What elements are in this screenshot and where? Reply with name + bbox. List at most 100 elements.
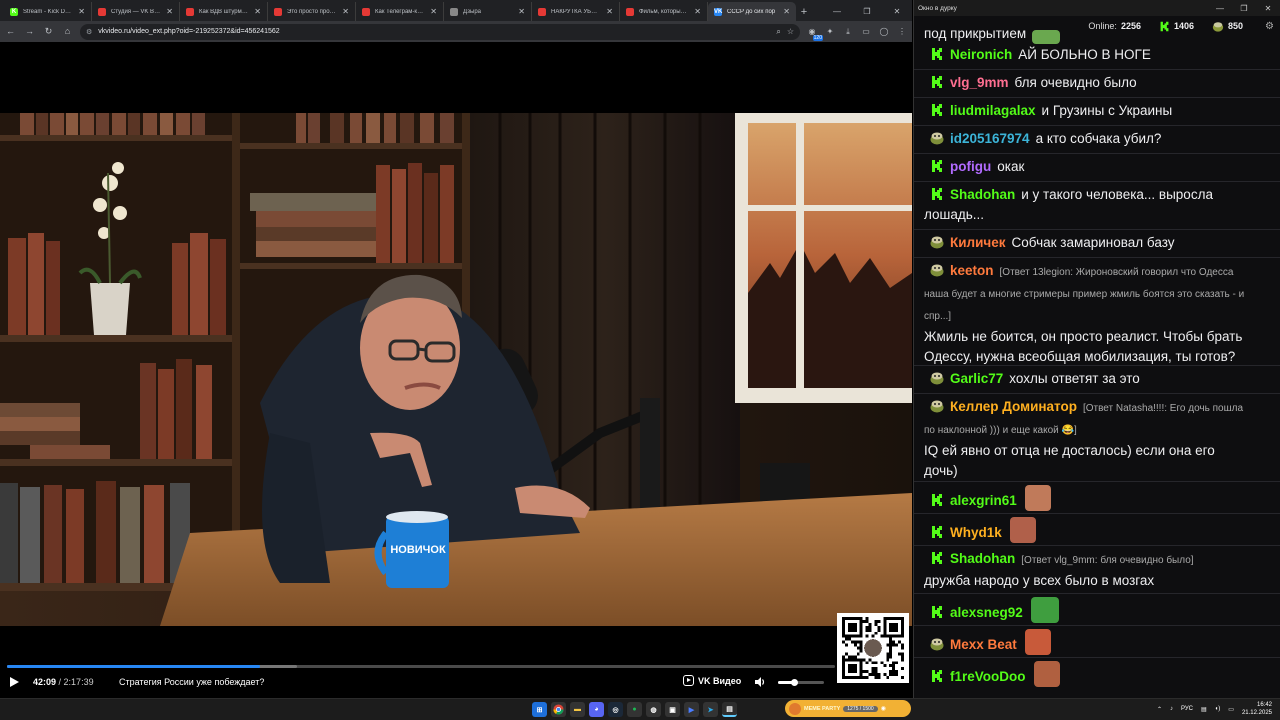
chat-username[interactable]: Whyd1k [950,525,1002,540]
chat-username[interactable]: Mexx Beat [950,637,1017,652]
chat-message: liudmilagalax и Грузины с Украины [924,101,1269,121]
download-icon[interactable]: ⤓ [842,26,854,38]
chat-minimize-button[interactable]: — [1208,4,1232,13]
close-window-button[interactable]: ✕ [882,2,912,21]
tab-close-icon[interactable]: ✕ [342,7,349,16]
chrome-icon[interactable] [551,702,566,717]
tab-close-icon[interactable]: ✕ [606,7,613,16]
chat-message: vlg_9mm бля очевидно было [924,73,1269,93]
chat-titlebar: Окно в дурку — ❐ ✕ [914,0,1280,16]
video-title[interactable]: Стратегия России уже побеждает? [119,677,264,687]
browser-tab[interactable]: Как ВДВ штурмуют ✕ [180,2,268,21]
chat-maximize-button[interactable]: ❐ [1232,4,1256,13]
vk-video-logo[interactable]: VK Видео [683,675,741,686]
tab-close-icon[interactable]: ✕ [254,7,261,16]
chat-message-list[interactable]: под прикрытием Neironich АЙ БОЛЬНО В НОГЕ… [914,30,1280,688]
browser-tab[interactable]: Дзыра ✕ [444,2,532,21]
chat-username[interactable]: Shadohan [950,187,1015,202]
chat-username[interactable]: Киличек [950,235,1006,250]
minimize-button[interactable]: — [822,2,852,21]
emote-icon [1030,597,1059,623]
play-icon[interactable] [8,676,20,688]
extension-icon[interactable]: ◉ 120 [806,26,823,41]
chat-username[interactable]: f1reVooDoo [950,669,1026,684]
chat-username[interactable]: Келлер Доминатор [950,399,1077,414]
home-icon[interactable]: ⌂ [61,25,74,38]
browser-tab[interactable]: Как Телеграм-канал ✕ [356,2,444,21]
tab-close-icon[interactable]: ✕ [78,7,85,16]
language-indicator[interactable]: РУС [1181,706,1193,712]
tab-close-icon[interactable]: ✕ [518,7,525,16]
browser-tab[interactable]: K Stream - Kick Dash ✕ [4,2,92,21]
pepe-badge-icon [930,638,944,651]
chat-message: Mexx Beat [924,629,1269,655]
browser-tab[interactable]: VK СССР до сих пор ✕ [708,2,796,21]
puzzle-extensions-icon[interactable]: ✦ [824,26,836,38]
profile-icon[interactable]: ◯ [878,26,890,38]
qr-code-image [842,617,904,679]
chat-username[interactable]: alexgrin61 [950,493,1017,508]
chat-separator [914,229,1280,230]
media-player-icon[interactable]: ▶ [684,702,699,717]
tab-close-icon[interactable]: ✕ [783,7,790,16]
menu-icon[interactable]: ⋮ [896,26,908,38]
volume-slider[interactable] [778,679,824,686]
tab-favicon-icon [626,7,634,16]
new-tab-button[interactable]: + [796,2,812,21]
volume-knob[interactable] [791,679,799,686]
tab-close-icon[interactable]: ✕ [694,7,701,16]
chat-username[interactable]: alexsneg92 [950,605,1023,620]
forward-icon[interactable]: → [23,25,36,38]
reload-icon[interactable]: ↻ [42,25,55,38]
chat-close-button[interactable]: ✕ [1256,4,1280,13]
chat-username[interactable]: keeton [950,263,994,278]
chat-text: Собчак замариновал базу [1011,235,1175,250]
chat-text: хохлы ответят за это [1009,371,1140,386]
meme-party-widget[interactable]: MEME PARTY 1275 / 1500 ◉ [785,700,911,717]
chat-username[interactable]: Garlic77 [950,371,1003,386]
video-frame[interactable]: НОВИЧОК [0,113,912,626]
explorer-icon[interactable]: ▬ [570,702,585,717]
chat-username[interactable]: Shadohan [950,551,1015,566]
chat-username[interactable]: Neironich [950,47,1012,62]
obs-icon[interactable]: ◍ [646,702,661,717]
speaker-icon[interactable]: ◖) [1215,706,1221,712]
chat-text: и у такого человека... выросла [1021,187,1213,202]
back-icon[interactable]: ← [4,25,17,38]
maximize-button[interactable]: ❐ [852,2,882,21]
clock[interactable]: 16:42 21.12.2025 [1242,701,1272,717]
zoom-icon[interactable]: ⌕ [776,27,780,37]
bookmark-star-icon[interactable]: ☆ [787,27,794,36]
steam-icon[interactable]: ◎ [608,702,623,717]
spotify-icon[interactable]: ● [627,702,642,717]
browser-tab[interactable]: Студия — VK Видео ✕ [92,2,180,21]
discord-icon[interactable]: ◕ [589,702,604,717]
browser-tab[interactable]: НАКРУТКА УБИВАЕТ ✕ [532,2,620,21]
chat-username[interactable]: id205167974 [950,131,1030,146]
volume-icon[interactable] [754,676,766,688]
player-controls: 42:09 / 2:17:39 Стратегия России уже поб… [0,671,912,695]
url-text[interactable]: vkvideo.ru/video_ext.php?oid=-219252372&… [98,28,770,35]
sidebar-icon[interactable]: ▭ [860,26,872,38]
tab-close-icon[interactable]: ✕ [166,7,173,16]
telegram-icon[interactable]: ➤ [703,702,718,717]
start-icon[interactable]: ⊞ [532,702,547,717]
site-info-icon[interactable]: ⚙ [86,28,92,36]
active-app-icon[interactable]: ▤ [722,702,737,717]
chat-username[interactable]: vlg_9mm [950,75,1009,90]
battery-icon[interactable]: ▭ [1228,706,1234,713]
widget-menu-icon[interactable]: ◉ [881,705,886,712]
tab-close-icon[interactable]: ✕ [430,7,437,16]
browser-tab[interactable]: Это просто провал ✕ [268,2,356,21]
tray-chevron-icon[interactable]: ⌃ [1157,706,1162,713]
network-icon[interactable]: ▤ [1201,706,1207,713]
chat-username[interactable]: liudmilagalax [950,103,1036,118]
app-icon[interactable]: ▣ [665,702,680,717]
chat-username[interactable]: pofigu [950,159,991,174]
browser-tab[interactable]: Фильм, который сле ✕ [620,2,708,21]
chat-separator [914,97,1280,98]
video-progress-bar[interactable] [7,665,835,668]
kick-badge-icon [930,103,944,117]
address-bar[interactable]: ⚙ vkvideo.ru/video_ext.php?oid=-21925237… [80,23,800,40]
microphone-icon[interactable]: ♪ [1170,706,1173,712]
